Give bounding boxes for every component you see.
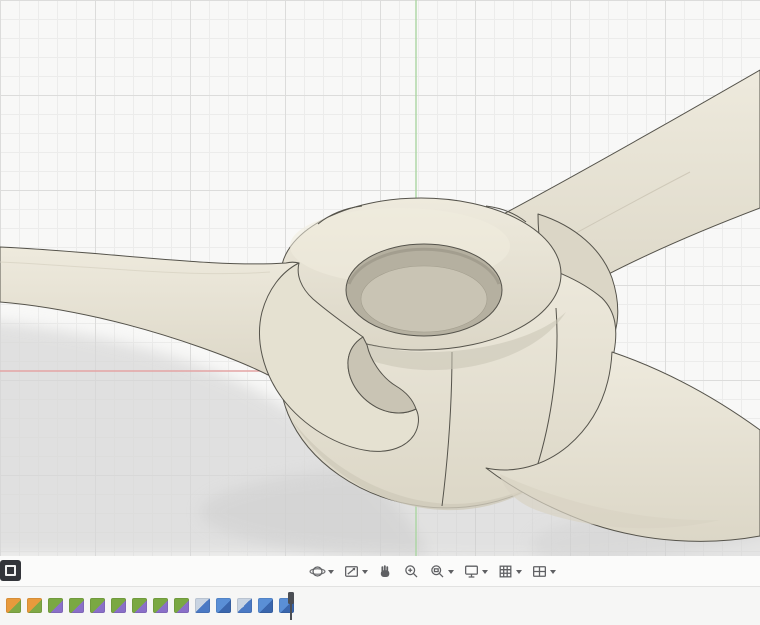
timeline-bar [0, 586, 760, 625]
timeline-feature-extrude-icon[interactable] [258, 598, 273, 613]
3d-viewport[interactable] [0, 0, 760, 556]
grid-icon [497, 563, 514, 580]
pan-button[interactable] [376, 561, 395, 582]
viewports-icon [531, 563, 548, 580]
timeline-feature-sketch-icon[interactable] [90, 598, 105, 613]
orbit-button[interactable] [308, 561, 335, 582]
cad-app-window [0, 0, 760, 625]
timeline-feature-plane-icon[interactable] [27, 598, 42, 613]
chevron-down-icon [482, 570, 488, 574]
timeline-feature-plane-icon[interactable] [6, 598, 21, 613]
zoom-button[interactable] [402, 561, 421, 582]
cube-badge-icon [5, 565, 16, 576]
grid-and-snaps-button[interactable] [496, 561, 523, 582]
chevron-down-icon [448, 570, 454, 574]
navigation-strip [0, 556, 760, 586]
orbit-icon [309, 563, 326, 580]
timeline-features [6, 598, 294, 613]
timeline-feature-sketch-icon[interactable] [111, 598, 126, 613]
zoom-icon [403, 563, 420, 580]
fit-icon [429, 563, 446, 580]
chevron-down-icon [328, 570, 334, 574]
chevron-down-icon [362, 570, 368, 574]
fit-button[interactable] [428, 561, 455, 582]
look-at-icon [343, 563, 360, 580]
playhead-handle-icon [288, 592, 294, 604]
view-navigation-toolbar [308, 559, 557, 583]
timeline-feature-sketch-icon[interactable] [69, 598, 84, 613]
look-at-button[interactable] [342, 561, 369, 582]
playhead-line [290, 604, 292, 620]
timeline-feature-body-icon[interactable] [237, 598, 252, 613]
timeline-feature-body-icon[interactable] [195, 598, 210, 613]
pan-hand-icon [377, 563, 394, 580]
timeline-playhead[interactable] [288, 592, 298, 622]
timeline-feature-sketch-icon[interactable] [48, 598, 63, 613]
corner-badge[interactable] [0, 560, 21, 581]
propeller-model-canvas [0, 0, 760, 556]
timeline-feature-extrude-icon[interactable] [216, 598, 231, 613]
timeline-feature-sketch-icon[interactable] [132, 598, 147, 613]
display-settings-button[interactable] [462, 561, 489, 582]
timeline-feature-sketch-icon[interactable] [153, 598, 168, 613]
display-settings-icon [463, 563, 480, 580]
chevron-down-icon [516, 570, 522, 574]
timeline-feature-sketch-icon[interactable] [174, 598, 189, 613]
chevron-down-icon [550, 570, 556, 574]
viewports-button[interactable] [530, 561, 557, 582]
